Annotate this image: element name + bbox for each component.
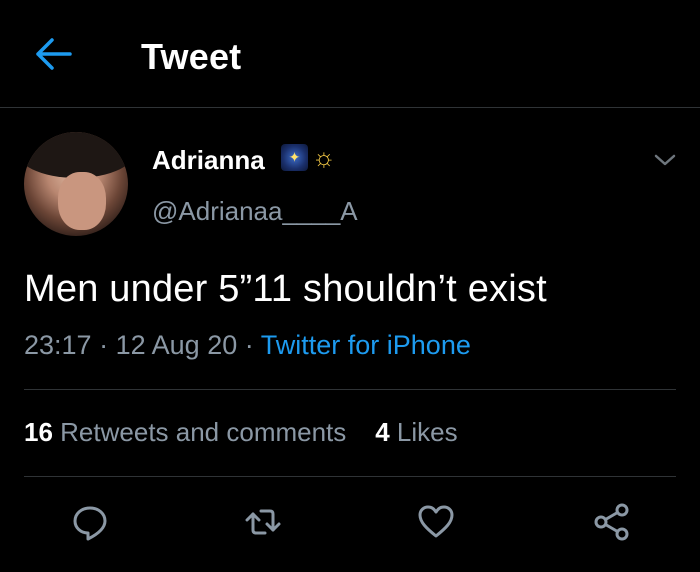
display-name[interactable]: Adrianna	[152, 145, 265, 176]
reply-button[interactable]	[70, 502, 110, 542]
tweet-text: Men under 5”11 shouldn’t exist	[24, 268, 547, 310]
meta-separator: ·	[244, 330, 254, 360]
avatar-hair	[24, 132, 128, 178]
retweet-button[interactable]	[243, 502, 283, 542]
divider	[24, 476, 676, 477]
avatar-face	[58, 172, 106, 230]
retweet-icon	[245, 509, 281, 535]
divider	[24, 389, 676, 390]
chevron-down-icon	[654, 154, 676, 166]
retweets-stat[interactable]: 16 Retweets and comments	[24, 417, 346, 447]
name-emojis: ✦ ☼	[281, 144, 336, 171]
user-handle[interactable]: @Adrianaa____A	[152, 196, 358, 227]
app-header: Tweet	[0, 0, 700, 108]
page-title: Tweet	[141, 36, 242, 77]
retweets-label: Retweets and comments	[60, 417, 347, 447]
likes-count: 4	[375, 417, 390, 447]
share-icon	[594, 503, 629, 541]
back-button[interactable]	[34, 36, 74, 72]
meta-separator: ·	[99, 330, 109, 360]
tweet-date: 12 Aug 20	[115, 330, 238, 360]
likes-stat[interactable]: 4 Likes	[375, 417, 457, 447]
arrow-left-icon	[36, 38, 72, 70]
night-sky-emoji: ✦	[281, 144, 308, 171]
tweet-stats: 16 Retweets and comments 4 Likes	[24, 417, 458, 448]
tweet-meta: 23:17 · 12 Aug 20 · Twitter for iPhone	[24, 330, 471, 361]
more-options-button[interactable]	[652, 150, 678, 170]
reply-icon	[73, 506, 107, 541]
like-button[interactable]	[416, 502, 456, 542]
share-button[interactable]	[592, 502, 632, 542]
retweets-count: 16	[24, 417, 53, 447]
tweet-source-link[interactable]: Twitter for iPhone	[261, 330, 471, 360]
avatar[interactable]	[24, 132, 128, 236]
likes-label: Likes	[396, 417, 458, 447]
like-icon	[418, 505, 454, 538]
halo-emoji: ☼	[312, 142, 336, 172]
tweet-time: 23:17	[24, 330, 92, 360]
